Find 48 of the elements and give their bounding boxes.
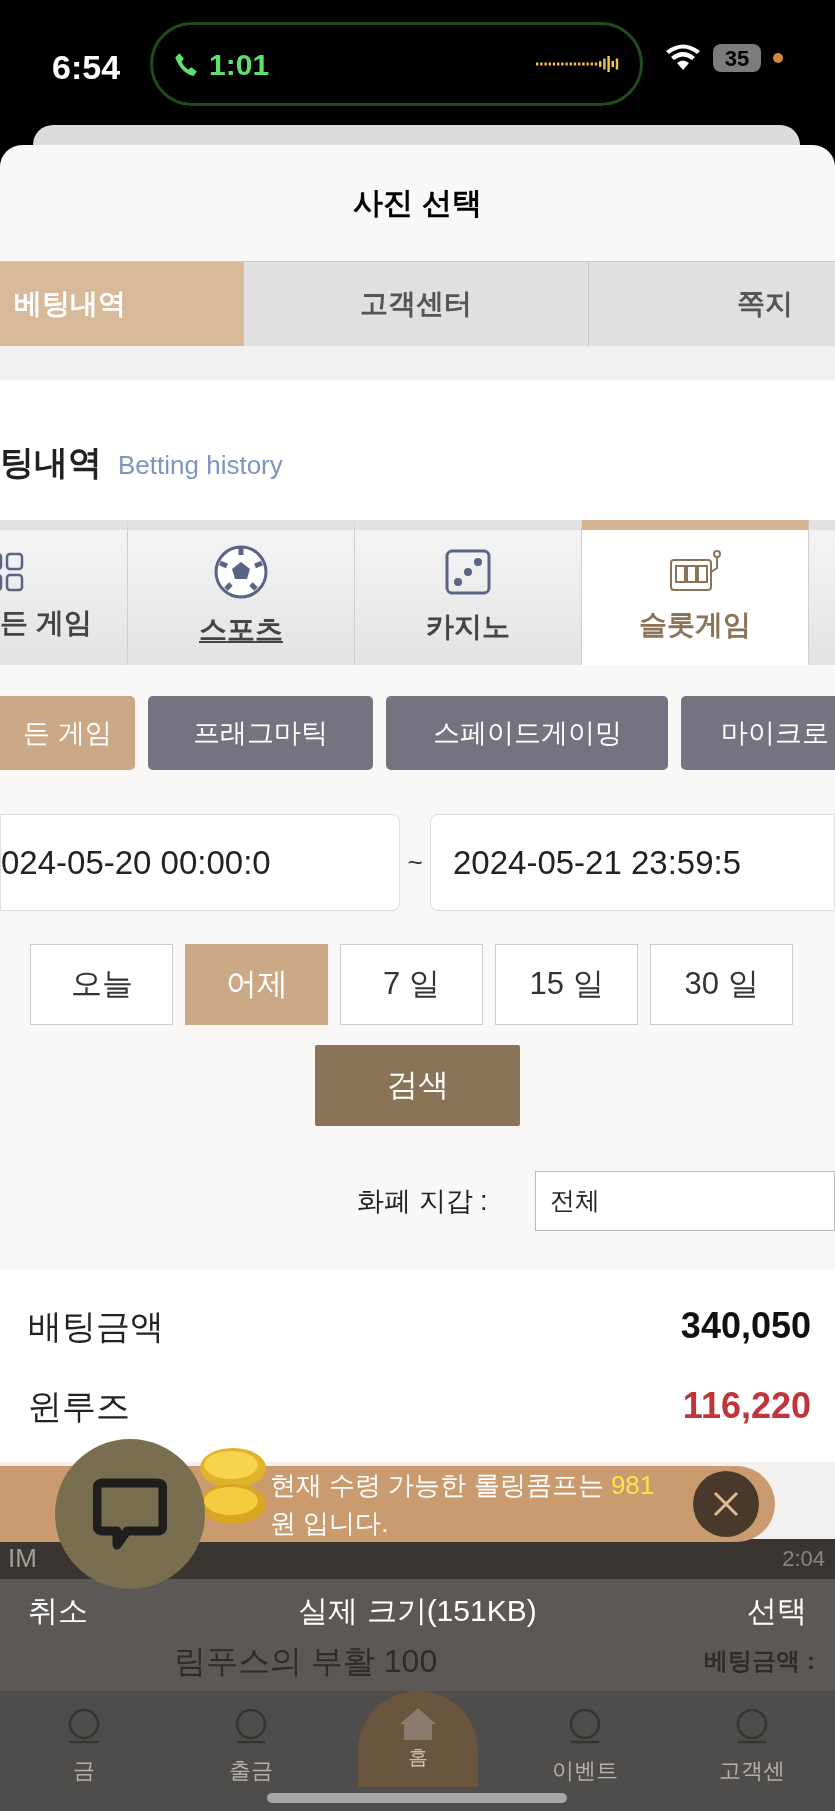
call-pill[interactable]: 1:01 — [150, 22, 643, 106]
end-date-field[interactable]: 2024-05-21 23:59:5 — [430, 814, 835, 912]
dice-icon — [444, 547, 492, 596]
chat-bubble-icon — [93, 1477, 167, 1551]
summary-label: 배팅금액 — [28, 1305, 164, 1347]
section-subtitle: Betting history — [118, 449, 283, 483]
game-tab[interactable]: 든 게임 — [0, 520, 128, 665]
battery-indicator: 35 — [713, 44, 761, 72]
soccer-ball-icon — [214, 544, 268, 599]
section-title: 팅내역 — [0, 442, 102, 484]
row-time: 2:04 — [782, 1545, 825, 1574]
search-button[interactable]: 검색 — [315, 1045, 520, 1127]
nav-label[interactable]: 금 — [72, 1754, 95, 1787]
top-tab[interactable]: 쪽지 — [588, 261, 835, 347]
provider-tag: IM — [8, 1539, 37, 1579]
nav-label[interactable]: 고객센 — [718, 1754, 785, 1787]
slot-machine-icon — [669, 549, 721, 594]
period-button[interactable]: 15 일 — [495, 943, 638, 1025]
audio-wave-icon — [536, 54, 620, 74]
nav-label[interactable]: 이벤트 — [551, 1754, 618, 1787]
game-tab[interactable]: 슬롯게임 — [582, 520, 809, 665]
period-button[interactable]: 7 일 — [340, 943, 483, 1025]
range-separator: ~ — [406, 846, 424, 880]
start-date-field[interactable]: 024-05-20 00:00:0 — [0, 814, 400, 912]
wallet-select[interactable]: 전체 — [535, 1171, 835, 1232]
provider-button[interactable]: 프래그마틱 — [148, 695, 373, 771]
wifi-icon — [665, 44, 701, 72]
close-icon — [712, 1490, 740, 1519]
nav-label[interactable]: 출금 — [228, 1754, 273, 1787]
provider-button[interactable]: 스페이드게이밍 — [386, 695, 668, 771]
actual-size-label: 실제 크기(151KB) — [298, 1592, 537, 1629]
period-button[interactable]: 30 일 — [650, 943, 793, 1025]
home-button[interactable]: 홈 — [357, 1691, 478, 1787]
game-tab[interactable]: 카지노 — [355, 520, 582, 665]
banner-text: 현재 수령 가능한 롤링콤프는 981 원 입니다. — [270, 1469, 656, 1541]
summary-label: 윈루즈 — [28, 1385, 130, 1427]
provider-button[interactable]: 마이크로 — [681, 695, 835, 771]
game-tab[interactable]: 스포츠 — [128, 520, 355, 665]
period-button[interactable]: 오늘 — [30, 943, 173, 1025]
sheet-title: 사진 선택 — [353, 185, 482, 222]
choose-button[interactable]: 선택 — [747, 1587, 807, 1633]
summary-value: 340,050 — [680, 1304, 811, 1349]
status-time: 6:54 — [52, 47, 121, 88]
top-tab[interactable]: 고객센터 — [243, 261, 588, 347]
summary-value: 116,220 — [682, 1384, 811, 1429]
cancel-button[interactable]: 취소 — [28, 1587, 88, 1633]
call-duration: 1:01 — [209, 46, 270, 83]
wallet-label: 화폐 지갑 : — [357, 1184, 489, 1218]
